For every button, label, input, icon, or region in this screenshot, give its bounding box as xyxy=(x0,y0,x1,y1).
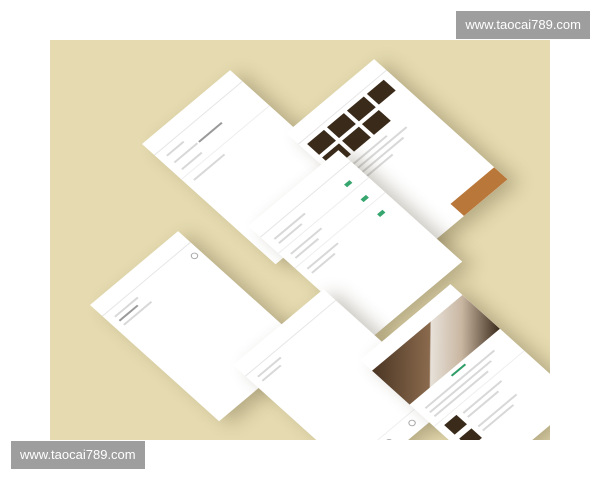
status-bar xyxy=(142,70,243,156)
mockup-canvas xyxy=(50,40,550,440)
watermark-top: www.taocai789.com xyxy=(456,11,590,39)
watermark-bottom: www.taocai789.com xyxy=(11,441,145,469)
status-bar xyxy=(90,231,191,317)
tab-icon[interactable] xyxy=(406,418,418,428)
tab-icon[interactable] xyxy=(383,437,395,440)
submit-button[interactable] xyxy=(450,167,508,216)
